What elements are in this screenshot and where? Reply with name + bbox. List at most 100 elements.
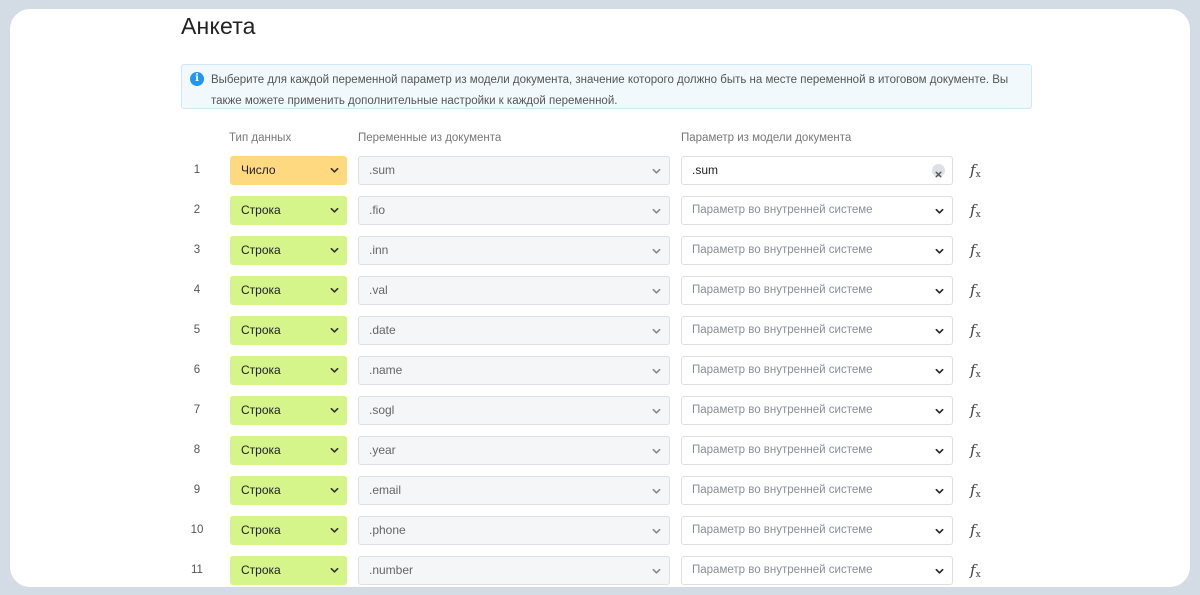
chevron-down-icon: [935, 208, 944, 214]
table-row: 11 Строка .number Параметр во внутренней си…: [10, 556, 1190, 586]
document-variable-value: .inn: [369, 243, 389, 257]
data-type-select[interactable]: Число: [230, 156, 347, 185]
document-variable-value: .sum: [369, 163, 396, 177]
document-variable-select[interactable]: .inn: [358, 236, 670, 265]
model-param-value: Параметр во внутренней системе: [692, 284, 873, 296]
model-param-select[interactable]: Параметр во внутренней системе: [681, 516, 953, 545]
chevron-down-icon: [652, 448, 661, 454]
chevron-down-icon: [652, 568, 661, 574]
data-type-select[interactable]: Строка: [230, 516, 347, 545]
model-param-select[interactable]: Параметр во внутренней системе: [681, 236, 953, 265]
document-variable-select[interactable]: .val: [358, 276, 670, 305]
document-variable-value: .year: [369, 443, 396, 457]
chevron-down-icon: [652, 368, 661, 374]
document-variable-value: .sogl: [369, 403, 395, 417]
row-number: 1: [193, 164, 201, 176]
row-number: 10: [190, 524, 204, 536]
model-param-select[interactable]: Параметр во внутренней системе: [681, 356, 953, 385]
formula-icon[interactable]: fx: [970, 438, 990, 463]
formula-icon[interactable]: fx: [970, 398, 990, 423]
table-row: 6 Строка .name Параметр во внутренней систе…: [10, 356, 1190, 386]
main-window: Анкета i Выберите для каждой переменной …: [10, 9, 1190, 587]
data-type-value: Строка: [241, 403, 281, 417]
row-number: 9: [193, 484, 201, 496]
row-number: 3: [193, 244, 201, 256]
model-param-select[interactable]: Параметр во внутренней системе: [681, 316, 953, 345]
document-variable-value: .name: [369, 363, 403, 377]
model-param-value: Параметр во внутренней системе: [692, 524, 873, 536]
formula-icon[interactable]: fx: [970, 278, 990, 303]
chevron-down-icon: [935, 488, 944, 494]
row-number: 6: [193, 364, 201, 376]
table-row: 8 Строка .year Параметр во внутренней систе…: [10, 436, 1190, 466]
document-variable-select[interactable]: .fio: [358, 196, 670, 225]
formula-icon[interactable]: fx: [970, 158, 990, 183]
table-row: 3 Строка .inn Параметр во внутренней систем…: [10, 236, 1190, 266]
data-type-select[interactable]: Строка: [230, 396, 347, 425]
chevron-down-icon: [330, 567, 339, 573]
document-variable-select[interactable]: .year: [358, 436, 670, 465]
column-header-type: Тип данных: [229, 132, 292, 144]
chevron-down-icon: [330, 407, 339, 413]
document-variable-select[interactable]: .number: [358, 556, 670, 585]
data-type-value: Строка: [241, 483, 281, 497]
data-type-select[interactable]: Строка: [230, 476, 347, 505]
row-number: 11: [191, 564, 203, 576]
data-type-select[interactable]: Строка: [230, 236, 347, 265]
formula-icon[interactable]: fx: [970, 318, 990, 343]
document-variable-value: .email: [369, 483, 402, 497]
document-variable-value: .number: [369, 563, 414, 577]
model-param-select[interactable]: Параметр во внутренней системе: [681, 196, 953, 225]
formula-icon[interactable]: fx: [970, 558, 990, 583]
document-variable-select[interactable]: .name: [358, 356, 670, 385]
formula-icon[interactable]: fx: [970, 198, 990, 223]
chevron-down-icon: [935, 248, 944, 254]
formula-icon[interactable]: fx: [970, 238, 990, 263]
model-param-select[interactable]: Параметр во внутренней системе: [681, 556, 953, 585]
chevron-down-icon: [935, 568, 944, 574]
data-type-select[interactable]: Строка: [230, 196, 347, 225]
data-type-select[interactable]: Строка: [230, 356, 347, 385]
formula-icon[interactable]: fx: [970, 478, 990, 503]
chevron-down-icon: [330, 527, 339, 533]
chevron-down-icon: [330, 367, 339, 373]
data-type-select[interactable]: Строка: [230, 276, 347, 305]
formula-icon[interactable]: fx: [970, 518, 990, 543]
document-variable-select[interactable]: .sum: [358, 156, 670, 185]
column-header-variables: Переменные из документа: [358, 132, 502, 144]
chevron-down-icon: [330, 327, 339, 333]
data-type-select[interactable]: Строка: [230, 436, 347, 465]
info-text: Выберите для каждой переменной параметр …: [211, 74, 1009, 107]
model-param-select[interactable]: Параметр во внутренней системе: [681, 276, 953, 305]
chevron-down-icon: [652, 248, 661, 254]
table-row: 4 Строка .val Параметр во внутренней систем…: [10, 276, 1190, 306]
chevron-down-icon: [330, 487, 339, 493]
chevron-down-icon: [330, 247, 339, 253]
chevron-down-icon: [652, 168, 661, 174]
document-variable-select[interactable]: .date: [358, 316, 670, 345]
document-variable-value: .val: [369, 283, 388, 297]
chevron-down-icon: [652, 528, 661, 534]
data-type-select[interactable]: Строка: [230, 316, 347, 345]
formula-icon[interactable]: fx: [970, 358, 990, 383]
model-param-value: Параметр во внутренней системе: [692, 484, 873, 496]
data-type-value: Строка: [241, 283, 281, 297]
model-param-value: Параметр во внутренней системе: [692, 564, 873, 576]
model-param-select[interactable]: Параметр во внутренней системе: [681, 396, 953, 425]
chevron-down-icon: [652, 288, 661, 294]
data-type-select[interactable]: Строка: [230, 556, 347, 585]
chevron-down-icon: [652, 488, 661, 494]
document-variable-select[interactable]: .sogl: [358, 396, 670, 425]
chevron-down-icon: [330, 447, 339, 453]
model-param-select[interactable]: Параметр во внутренней системе: [681, 476, 953, 505]
data-type-value: Строка: [241, 363, 281, 377]
model-param-select[interactable]: Параметр во внутренней системе: [681, 436, 953, 465]
clear-icon[interactable]: [932, 164, 945, 178]
document-variable-select[interactable]: .phone: [358, 516, 670, 545]
chevron-down-icon: [935, 368, 944, 374]
table-row: 2 Строка .fio Параметр во внутренней систем…: [10, 196, 1190, 226]
table-row: 9 Строка .email Параметр во внутренней сист…: [10, 476, 1190, 506]
document-variable-select[interactable]: .email: [358, 476, 670, 505]
chevron-down-icon: [935, 328, 944, 334]
model-param-select[interactable]: .sum: [681, 156, 953, 185]
